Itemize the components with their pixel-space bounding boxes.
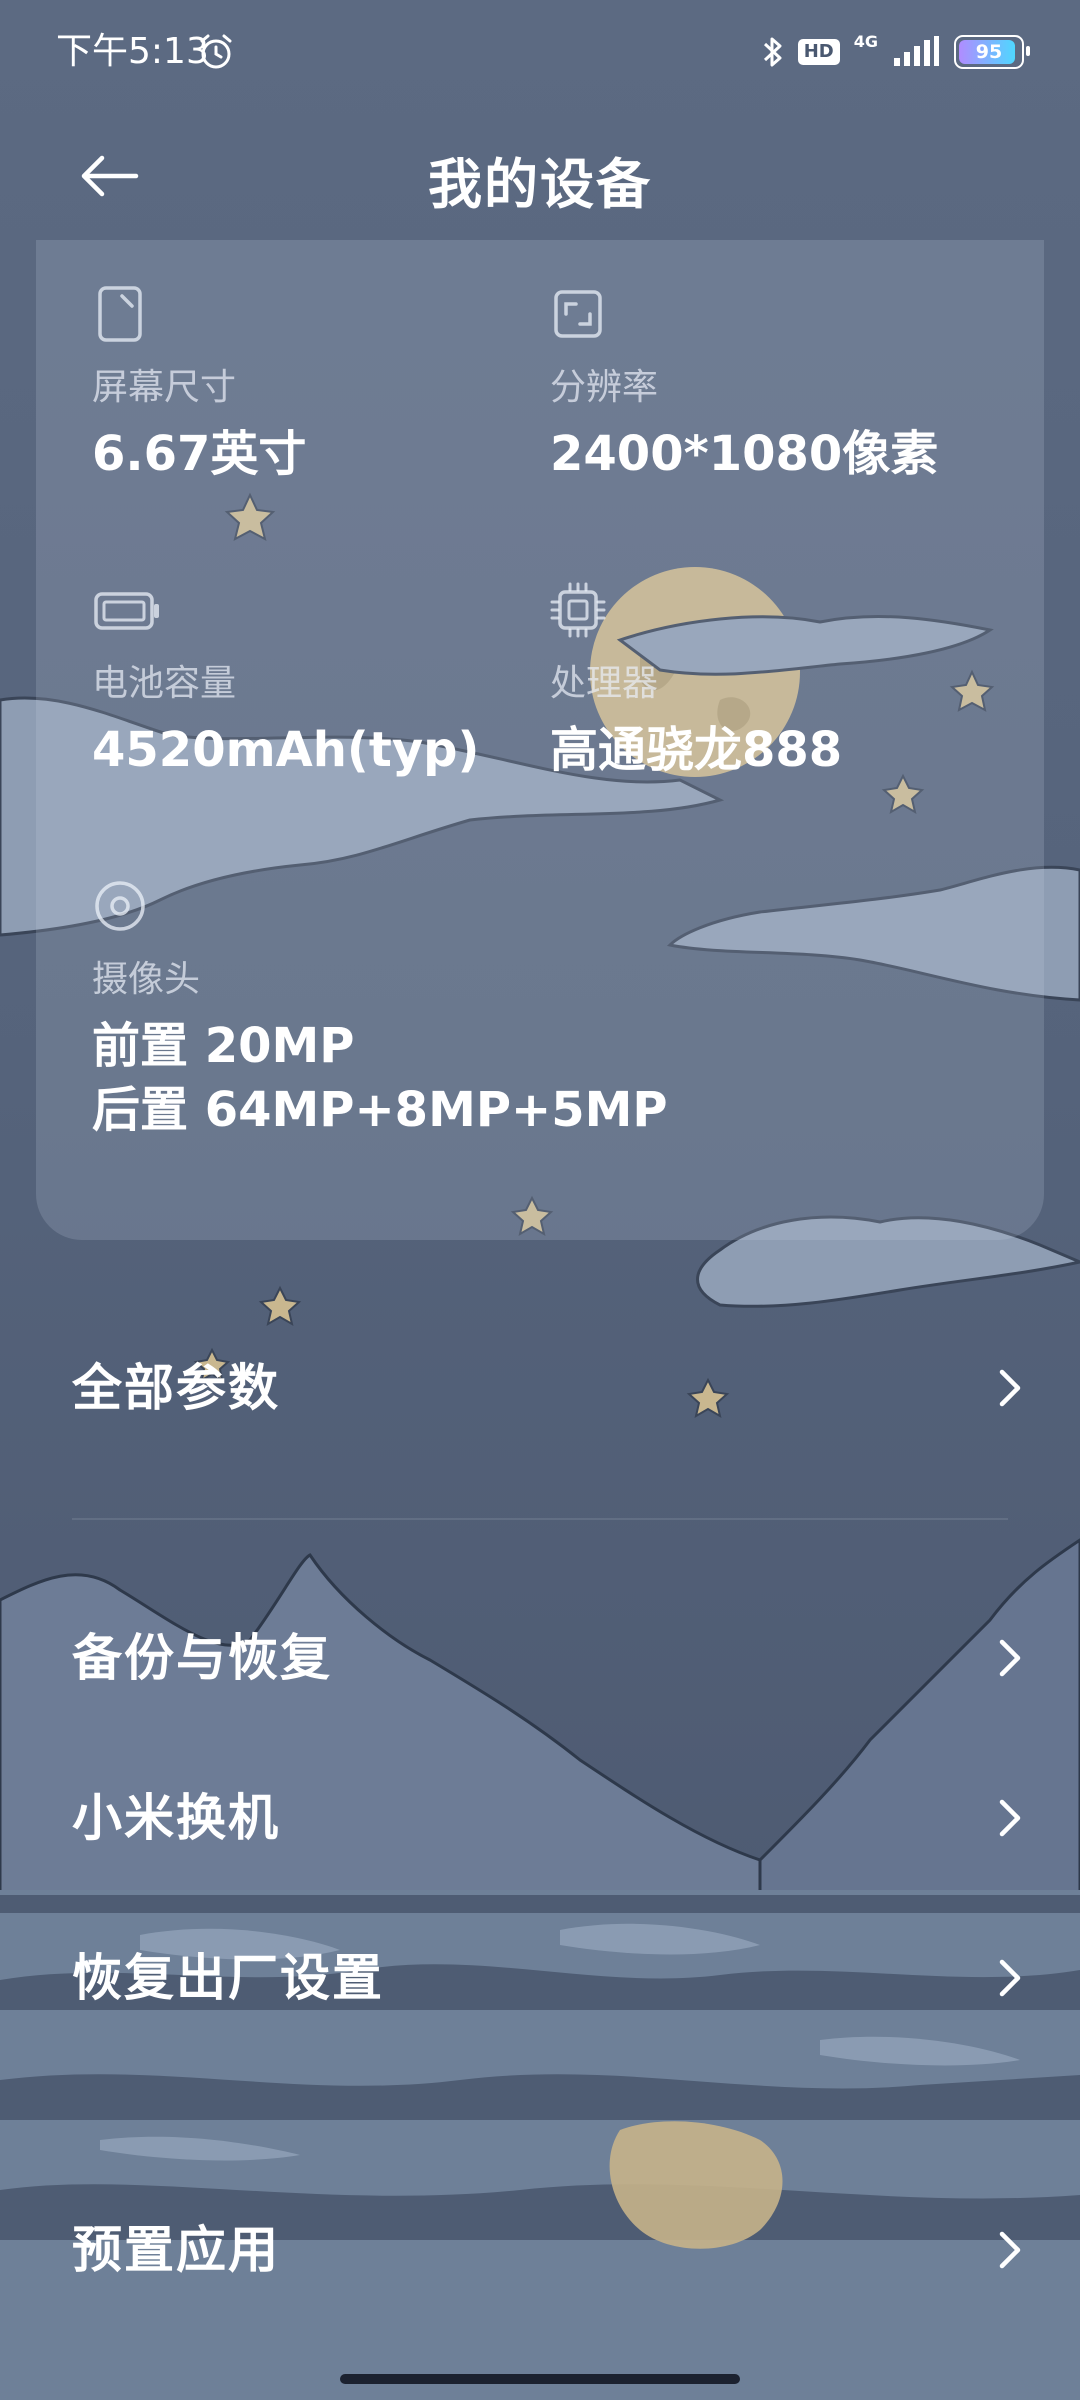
device-spec-card: 屏幕尺寸 6.67英寸 分辨率 2400*1080像素 电池容量 4520mAh… xyxy=(36,240,1044,1240)
page-title: 我的设备 xyxy=(428,153,652,216)
alarm-icon xyxy=(200,34,232,69)
menu-item-label: 小米换机 xyxy=(72,1789,280,1847)
menu-item-label: 预置应用 xyxy=(72,2221,280,2279)
spec-value-rear-camera: 后置 64MP+8MP+5MP xyxy=(92,1082,668,1138)
section-divider xyxy=(72,1518,1008,1520)
spec-label: 分辨率 xyxy=(550,367,659,408)
battery-indicator: 95 xyxy=(954,35,1030,69)
camera-icon xyxy=(95,881,145,931)
hd-voice-badge: HD xyxy=(797,39,840,65)
status-time: 下午5:13 xyxy=(56,31,209,72)
spec-label: 处理器 xyxy=(550,663,659,704)
spec-battery-capacity: 电池容量 4520mAh(typ) xyxy=(92,580,479,780)
cpu-icon xyxy=(550,582,606,638)
spec-value: 高通骁龙888 xyxy=(550,722,843,778)
spec-value: 6.67英寸 xyxy=(92,426,307,482)
chevron-right-icon xyxy=(999,1959,1021,1997)
home-indicator-bar[interactable] xyxy=(340,2374,740,2384)
menu-item-label: 全部参数 xyxy=(72,1359,280,1417)
menu-item-all-params[interactable]: 全部参数 xyxy=(0,1318,1080,1458)
menu-item-label: 恢复出厂设置 xyxy=(72,1949,384,2007)
spec-label: 摄像头 xyxy=(92,959,201,1000)
resolution-icon xyxy=(554,290,602,338)
spec-resolution: 分辨率 2400*1080像素 xyxy=(550,284,938,484)
spec-label: 电池容量 xyxy=(92,663,237,704)
battery-icon xyxy=(94,592,159,630)
spec-screen-size: 屏幕尺寸 6.67英寸 xyxy=(92,284,306,484)
status-icons: HD 4G 95 xyxy=(762,30,1030,74)
menu-item-label: 备份与恢复 xyxy=(72,1629,332,1687)
menu-item-backup-restore[interactable]: 备份与恢复 xyxy=(0,1588,1080,1728)
menu-item-mi-mover[interactable]: 小米换机 xyxy=(0,1748,1080,1888)
chevron-right-icon xyxy=(999,1369,1021,1407)
chevron-right-icon xyxy=(999,2231,1021,2269)
spec-label: 屏幕尺寸 xyxy=(92,367,237,408)
battery-percent: 95 xyxy=(975,41,1003,63)
spec-camera: 摄像头 前置 20MP 后置 64MP+8MP+5MP xyxy=(92,876,668,1140)
signal-icon xyxy=(894,36,939,66)
spec-processor: 处理器 高通骁龙888 xyxy=(550,580,842,780)
chevron-right-icon xyxy=(999,1639,1021,1677)
status-bar: 下午5:13 HD 4G 95 xyxy=(0,0,1080,110)
network-type: 4G xyxy=(853,32,878,51)
menu-item-factory-reset[interactable]: 恢复出厂设置 xyxy=(0,1908,1080,2048)
chevron-right-icon xyxy=(999,1799,1021,1837)
title-bar: 我的设备 xyxy=(0,110,1080,280)
phone-screen-icon xyxy=(98,286,142,342)
spec-value: 4520mAh(typ) xyxy=(92,722,480,778)
bluetooth-icon xyxy=(763,37,782,67)
menu-item-preinstalled-apps[interactable]: 预置应用 xyxy=(0,2180,1080,2320)
spec-value-front-camera: 前置 20MP xyxy=(92,1018,355,1074)
spec-value: 2400*1080像素 xyxy=(550,426,939,482)
